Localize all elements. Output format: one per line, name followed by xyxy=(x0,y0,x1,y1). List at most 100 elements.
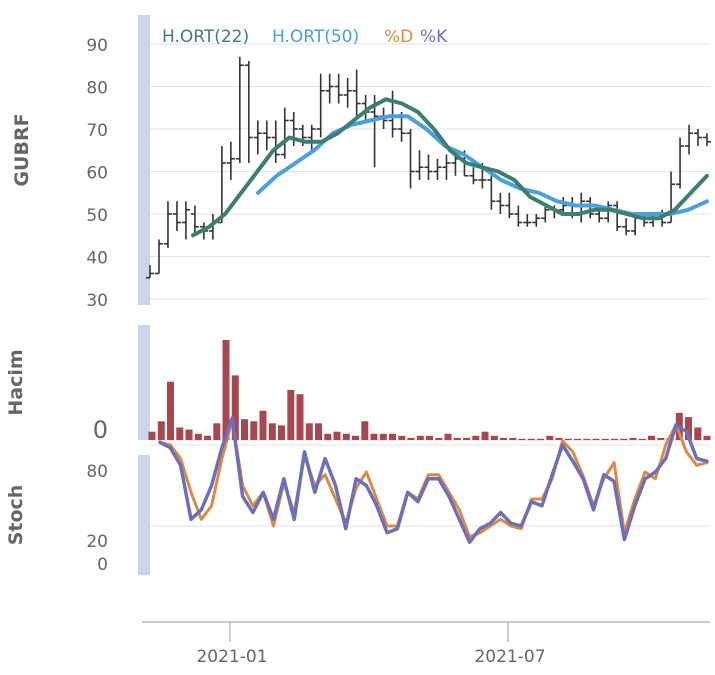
volume-bar xyxy=(648,435,655,440)
volume-bar xyxy=(537,438,544,441)
price-panel-band xyxy=(138,15,150,305)
volume-bar xyxy=(305,423,313,440)
volume-panel-band xyxy=(138,325,150,440)
volume-bar xyxy=(333,431,341,440)
volume-bar xyxy=(157,421,165,441)
ohlc-bar xyxy=(523,214,532,227)
legend-entry: %K xyxy=(420,27,448,47)
price-panel: 30 40 50 60 70 80 90 GUBRF xyxy=(11,15,711,311)
volume-bar xyxy=(444,433,452,441)
ohlc-bar xyxy=(253,120,262,155)
volume-bar xyxy=(342,433,350,441)
ohlc-bar xyxy=(388,90,397,138)
ohlc-bar xyxy=(424,154,433,180)
volume-bar xyxy=(268,423,276,440)
ohlc-bar xyxy=(181,201,190,240)
price-tick-label: 30 xyxy=(86,291,108,311)
volume-bar xyxy=(694,427,702,440)
volume-bar xyxy=(518,438,526,441)
volume-bar xyxy=(620,438,628,441)
volume-bar xyxy=(213,423,221,440)
stock-chart: 30 40 50 60 70 80 90 GUBRF 0 Hacim 0 20 80 Stoch 20… xyxy=(5,15,711,667)
ohlc-bar xyxy=(415,150,424,180)
price-tick-label: 90 xyxy=(86,36,108,56)
ohlc-bar xyxy=(172,201,181,231)
volume-bar xyxy=(315,423,322,440)
price-tick-label: 60 xyxy=(86,164,108,184)
ohlc-bar xyxy=(496,192,505,214)
volume-bar xyxy=(574,438,581,441)
price-tick-label: 50 xyxy=(86,206,108,226)
volume-bar xyxy=(463,437,470,440)
volume-bar xyxy=(167,381,174,440)
ohlc-bar xyxy=(244,61,253,163)
volume-bar xyxy=(500,437,507,440)
ohlc-bar xyxy=(352,69,361,121)
ohlc-bar xyxy=(217,146,226,224)
stoch-panel-band xyxy=(138,455,150,575)
ohlc-bar xyxy=(433,158,442,180)
volume-bar xyxy=(472,435,480,440)
legend: H.ORT(22) H.ORT(50) %D %K xyxy=(162,27,448,47)
volume-bar xyxy=(638,438,646,441)
stoch-tick-label: 80 xyxy=(86,462,108,482)
volume-bar xyxy=(611,438,618,441)
ohlc-bar xyxy=(334,73,343,104)
legend-entry: H.ORT(50) xyxy=(272,27,359,47)
volume-bar xyxy=(278,425,285,440)
ohlc-bar xyxy=(613,201,622,231)
x-axis: 2021-01 2021-07 xyxy=(142,621,710,667)
volume-bar xyxy=(241,419,248,440)
price-y-axis-label: GUBRF xyxy=(11,113,33,186)
ohlc-bar xyxy=(622,218,631,236)
ohlc-bar xyxy=(325,73,334,104)
ohlc-bar xyxy=(262,120,271,151)
volume-panel: 0 Hacim xyxy=(5,325,711,444)
volume-bar xyxy=(426,435,433,440)
ohlc-bar xyxy=(226,141,235,180)
ohlc-bar xyxy=(586,197,595,219)
ohlc-bar xyxy=(406,129,415,189)
volume-bar xyxy=(490,435,498,440)
stoch-panel: 0 20 80 Stoch xyxy=(5,416,710,575)
ohlc-bar xyxy=(577,192,586,223)
volume-bar xyxy=(204,435,211,440)
volume-bar xyxy=(601,438,609,441)
volume-bar xyxy=(407,437,415,440)
legend-entry: H.ORT(22) xyxy=(162,27,249,47)
volume-bar xyxy=(324,433,332,441)
ma22-line xyxy=(191,97,709,238)
volume-bar xyxy=(481,431,489,440)
volume-bar xyxy=(287,390,295,440)
ohlc-bar xyxy=(694,129,703,146)
volume-bar xyxy=(185,429,193,440)
volume-bar xyxy=(361,421,369,441)
x-tick-label: 2021-07 xyxy=(474,647,545,667)
volume-bar xyxy=(564,438,572,441)
volume-tick-label: 0 xyxy=(93,416,108,444)
ohlc-bar xyxy=(235,56,244,163)
stoch-y-axis-label: Stoch xyxy=(5,485,27,546)
volume-bar xyxy=(592,438,600,441)
volume-bar xyxy=(583,438,591,441)
volume-bar xyxy=(176,427,184,440)
volume-y-axis-label: Hacim xyxy=(5,349,27,415)
stoch-tick-label: 20 xyxy=(86,532,108,552)
volume-bar xyxy=(509,437,517,440)
volume-bar xyxy=(555,437,563,440)
ohlc-bar xyxy=(703,133,711,146)
volume-bar xyxy=(352,435,359,440)
ohlc-bar xyxy=(343,78,352,108)
volume-bar xyxy=(657,437,665,440)
chart-container: 30 40 50 60 70 80 90 GUBRF 0 Hacim 0 20 80 Stoch 20… xyxy=(0,0,715,671)
ohlc-bar xyxy=(469,167,478,185)
ohlc-bar xyxy=(514,205,523,227)
price-tick-label: 70 xyxy=(86,121,108,141)
volume-bar xyxy=(389,433,396,441)
volume-bar xyxy=(379,433,387,441)
volume-bar xyxy=(546,435,554,440)
volume-bar xyxy=(259,410,267,440)
ohlc-bar xyxy=(676,137,685,189)
ohlc-bar xyxy=(271,120,280,163)
volume-bar xyxy=(416,435,424,440)
